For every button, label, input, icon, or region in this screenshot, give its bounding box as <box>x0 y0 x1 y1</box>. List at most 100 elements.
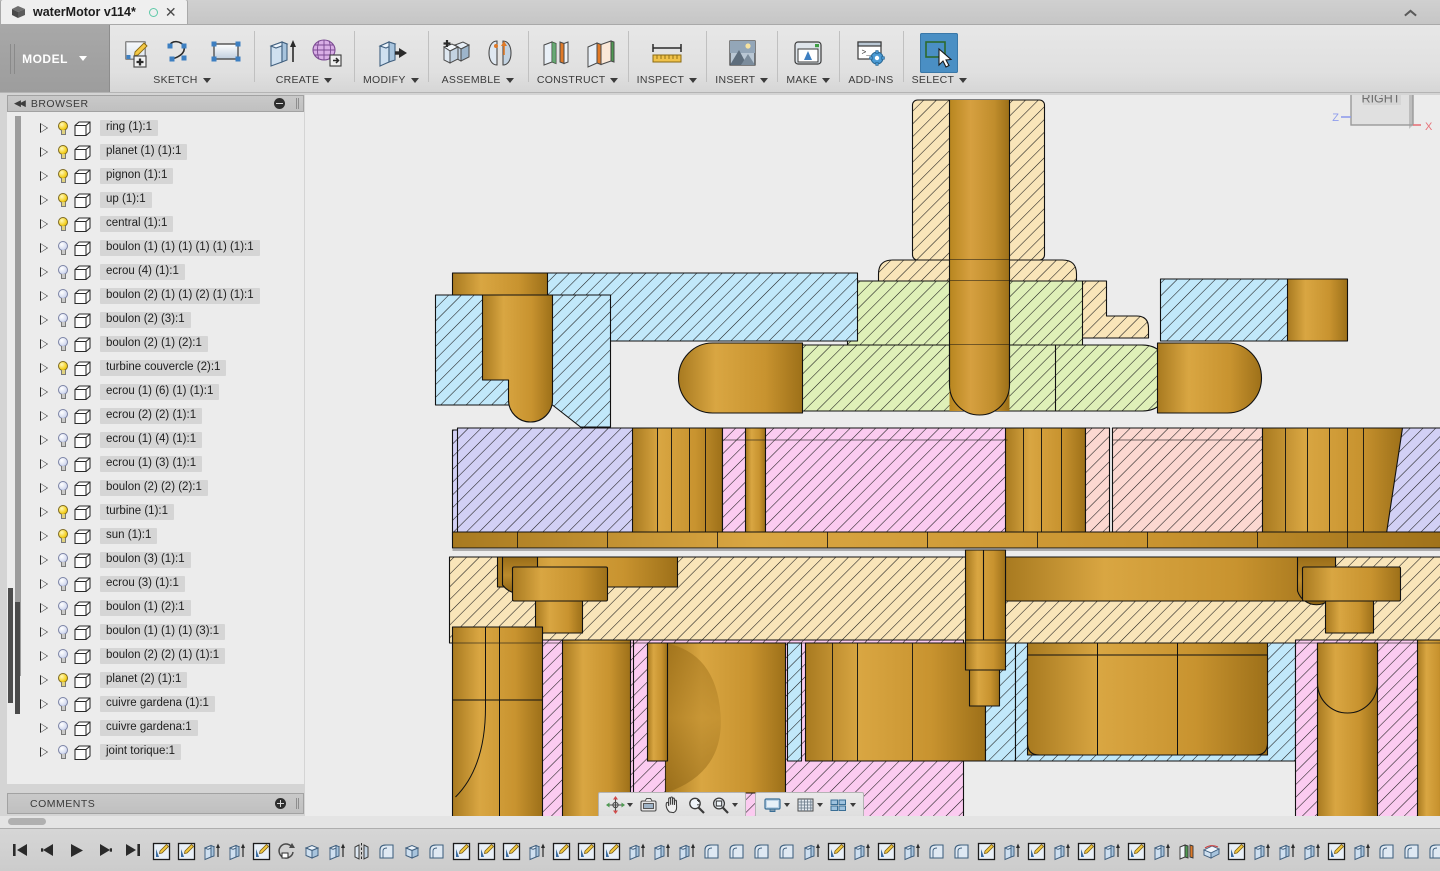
offset-plane-icon[interactable] <box>537 33 575 73</box>
visibility-on-icon[interactable] <box>55 672 71 689</box>
timeline-feature-plane[interactable] <box>1174 839 1199 865</box>
expand-triangle-icon[interactable] <box>40 651 48 661</box>
browser-item-13[interactable]: ecrou (1) (4) (1):1 <box>7 428 304 452</box>
timeline-feature-extrude[interactable] <box>524 839 549 865</box>
timeline-feature-chamfer[interactable] <box>749 839 774 865</box>
timeline-feature-sketch[interactable] <box>1224 839 1249 865</box>
browser-item-21[interactable]: boulon (1) (1) (1) (3):1 <box>7 620 304 644</box>
browser-item-10[interactable]: turbine couvercle (2):1 <box>7 356 304 380</box>
viewports-icon[interactable] <box>826 794 850 816</box>
browser-item-25[interactable]: cuivre gardena:1 <box>7 716 304 740</box>
visibility-off-icon[interactable] <box>55 576 71 593</box>
timeline-feature-sketch[interactable] <box>549 839 574 865</box>
browser-item-1[interactable]: planet (1) (1):1 <box>7 140 304 164</box>
timeline-feature-extrude[interactable] <box>1299 839 1324 865</box>
browser-item-19[interactable]: ecrou (3) (1):1 <box>7 572 304 596</box>
visibility-on-icon[interactable] <box>55 528 71 545</box>
timeline-feature-extrude[interactable] <box>324 839 349 865</box>
expand-triangle-icon[interactable] <box>40 387 48 397</box>
browser-item-18[interactable]: boulon (3) (1):1 <box>7 548 304 572</box>
expand-triangle-icon[interactable] <box>40 267 48 277</box>
workspace-switcher[interactable]: MODEL <box>0 25 110 92</box>
3d-viewport[interactable]: RIGHT Y X Z <box>305 95 1440 828</box>
timeline-feature-fillet[interactable] <box>299 839 324 865</box>
timeline-feature-chamfer[interactable] <box>699 839 724 865</box>
expand-triangle-icon[interactable] <box>40 147 48 157</box>
expand-triangle-icon[interactable] <box>40 435 48 445</box>
timeline-feature-extrude[interactable] <box>649 839 674 865</box>
step-back-icon[interactable] <box>36 837 61 863</box>
minus-circle-icon[interactable] <box>274 98 285 109</box>
expand-triangle-icon[interactable] <box>40 363 48 373</box>
browser-item-2[interactable]: pignon (1):1 <box>7 164 304 188</box>
timeline-feature-chamfer[interactable] <box>424 839 449 865</box>
document-tab[interactable]: waterMotor v114* ✕ <box>0 0 188 24</box>
expand-triangle-icon[interactable] <box>40 603 48 613</box>
chevron-down-icon[interactable] <box>732 803 738 807</box>
browser-item-9[interactable]: boulon (2) (1) (2):1 <box>7 332 304 356</box>
timeline-feature-extrude[interactable] <box>899 839 924 865</box>
grid-snap-icon[interactable] <box>793 794 817 816</box>
visibility-off-icon[interactable] <box>55 648 71 665</box>
browser-item-14[interactable]: ecrou (1) (3) (1):1 <box>7 452 304 476</box>
expand-triangle-icon[interactable] <box>40 627 48 637</box>
browser-item-7[interactable]: boulon (2) (1) (1) (2) (1) (1):1 <box>7 284 304 308</box>
rectangle-icon[interactable] <box>207 33 245 73</box>
plus-circle-icon[interactable] <box>275 798 286 809</box>
visibility-on-icon[interactable] <box>55 360 71 377</box>
expand-triangle-icon[interactable] <box>40 291 48 301</box>
expand-triangle-icon[interactable] <box>40 195 48 205</box>
horizontal-scrollbar[interactable] <box>0 816 1440 828</box>
expand-triangle-icon[interactable] <box>40 123 48 133</box>
timeline-feature-extrude[interactable] <box>624 839 649 865</box>
timeline-feature-sketch[interactable] <box>599 839 624 865</box>
collapse-ribbon-button[interactable] <box>1388 4 1432 21</box>
visibility-off-icon[interactable] <box>55 480 71 497</box>
visibility-off-icon[interactable] <box>55 456 71 473</box>
visibility-on-icon[interactable] <box>55 192 71 209</box>
measure-icon[interactable] <box>648 33 686 73</box>
display-settings-icon[interactable] <box>760 794 784 816</box>
scrollbar-thumb[interactable] <box>8 818 46 825</box>
look-at-icon[interactable] <box>636 794 660 816</box>
timeline-feature-sketch[interactable] <box>149 839 174 865</box>
play-icon[interactable] <box>64 837 89 863</box>
browser-item-8[interactable]: boulon (2) (3):1 <box>7 308 304 332</box>
timeline-feature-extrude[interactable] <box>1249 839 1274 865</box>
3d-print-icon[interactable] <box>789 33 827 73</box>
timeline-feature-extrude[interactable] <box>1099 839 1124 865</box>
visibility-off-icon[interactable] <box>55 600 71 617</box>
double-chevron-left-icon[interactable]: ◀◀ <box>14 98 24 109</box>
browser-item-5[interactable]: boulon (1) (1) (1) (1) (1) (1):1 <box>7 236 304 260</box>
visibility-off-icon[interactable] <box>55 240 71 257</box>
expand-triangle-icon[interactable] <box>40 723 48 733</box>
panel-label-construct[interactable]: CONSTRUCT <box>537 74 619 86</box>
chevron-down-icon[interactable] <box>817 803 823 807</box>
visibility-on-icon[interactable] <box>55 168 71 185</box>
joint-icon[interactable] <box>481 33 519 73</box>
close-icon[interactable]: ✕ <box>165 5 177 19</box>
create-sketch-icon[interactable] <box>119 33 157 73</box>
browser-item-17[interactable]: sun (1):1 <box>7 524 304 548</box>
timeline-feature-chamfer[interactable] <box>374 839 399 865</box>
go-to-beginning-icon[interactable] <box>8 837 33 863</box>
visibility-off-icon[interactable] <box>55 432 71 449</box>
timeline-feature-sketch[interactable] <box>824 839 849 865</box>
step-forward-icon[interactable] <box>92 837 117 863</box>
scripts-addins-icon[interactable]: >_ <box>852 33 890 73</box>
expand-triangle-icon[interactable] <box>40 579 48 589</box>
timeline-feature-extrude[interactable] <box>224 839 249 865</box>
expand-triangle-icon[interactable] <box>40 339 48 349</box>
timeline-feature-extrude[interactable] <box>199 839 224 865</box>
timeline-feature-sketch[interactable] <box>874 839 899 865</box>
visibility-off-icon[interactable] <box>55 408 71 425</box>
chevron-down-icon[interactable] <box>627 803 633 807</box>
panel-label-addins[interactable]: ADD-INS <box>848 74 893 86</box>
timeline-feature-sketch[interactable] <box>574 839 599 865</box>
visibility-off-icon[interactable] <box>55 720 71 737</box>
browser-item-22[interactable]: boulon (2) (2) (1) (1):1 <box>7 644 304 668</box>
visibility-on-icon[interactable] <box>55 120 71 137</box>
timeline-feature-extrude[interactable] <box>1049 839 1074 865</box>
zoom-icon[interactable] <box>684 794 708 816</box>
timeline-feature-extrude[interactable] <box>1349 839 1374 865</box>
